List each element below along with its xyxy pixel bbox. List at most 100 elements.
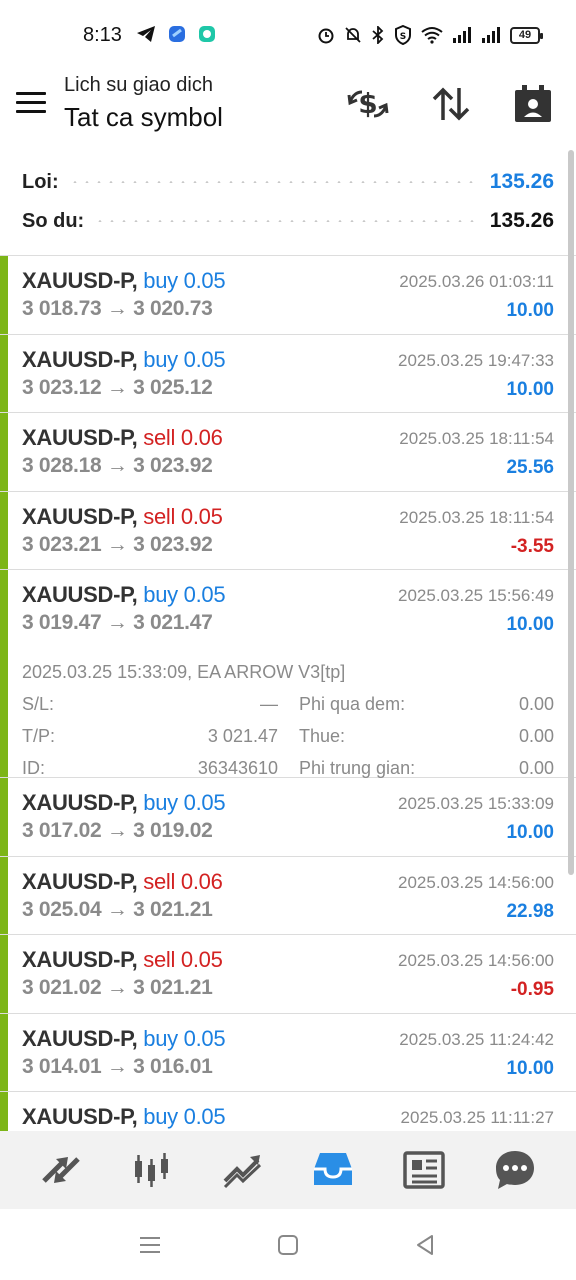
trade-row[interactable]: XAUUSD-P, sell 0.05 3 023.21 → 3 023.92 …	[0, 491, 576, 570]
dotted-leader	[68, 181, 480, 183]
trade-row[interactable]: XAUUSD-P, sell 0.06 3 025.04 → 3 021.21 …	[0, 856, 576, 935]
trade-side: sell 0.05	[143, 503, 223, 529]
scrollbar[interactable]	[568, 150, 574, 875]
profit-value: 135.26	[489, 170, 554, 193]
trade-row[interactable]: XAUUSD-P, sell 0.05 3 021.02 → 3 021.21 …	[0, 935, 576, 1014]
trade-time: 2025.03.25 18:11:54	[399, 507, 554, 527]
trade-detail-grid: S/L: — Phi qua dem: 0.00 T/P: 3 021.47 T…	[22, 694, 554, 790]
profit-bar	[0, 1092, 8, 1131]
trade-symbol: XAUUSD-P, sell 0.05	[22, 947, 223, 972]
trade-side: sell 0.06	[143, 425, 223, 450]
profit-row: Loi: 135.26	[22, 164, 554, 200]
trade-profit: 25.56	[506, 457, 554, 478]
profit-bar	[0, 935, 8, 1013]
calendar-button[interactable]	[511, 82, 555, 126]
alarm-icon	[317, 26, 335, 44]
trade-row[interactable]: XAUUSD-P, sell 0.06 3 028.18 → 3 023.92 …	[0, 413, 576, 492]
nav-news[interactable]	[394, 1140, 454, 1200]
status-bar: 8:13 S 49	[0, 0, 576, 72]
trade-side: buy 0.05	[143, 790, 226, 815]
messenger-icon	[198, 25, 216, 43]
trade-profit: -3.55	[510, 535, 554, 557]
quotes-icon	[42, 1157, 81, 1183]
trade-side: buy 0.05	[143, 268, 226, 293]
bluetooth-icon	[371, 26, 385, 44]
dotted-leader	[94, 220, 480, 222]
trade-profit: 10.00	[506, 1057, 554, 1079]
nav-quotes[interactable]	[31, 1140, 91, 1200]
trade-time: 2025.03.25 19:47:33	[398, 350, 554, 370]
status-right-icons: S 49	[317, 25, 543, 45]
sl-label: S/L:	[22, 694, 55, 714]
bottom-nav	[0, 1131, 576, 1209]
battery-indicator: 49	[510, 26, 543, 44]
trade-side: buy 0.05	[143, 582, 226, 607]
trade-row[interactable]: XAUUSD-P, buy 0.05 3 023.12 → 3 025.12 2…	[0, 334, 576, 413]
trade-prices: 3 019.47 → 3 021.47	[22, 611, 213, 634]
currency-swap-icon: $	[347, 87, 389, 120]
profit-bar	[0, 256, 8, 334]
page-title[interactable]: Tat ca symbol	[64, 102, 223, 133]
profit-bar	[0, 413, 8, 491]
trade-row[interactable]: XAUUSD-P, buy 0.05 3 018.73 → 3 020.73 2…	[0, 256, 576, 335]
nav-chat[interactable]	[485, 1140, 545, 1200]
trade-prices: 3 028.18 → 3 023.92	[22, 454, 213, 477]
trade-time: 2025.03.25 11:24:42	[399, 1029, 554, 1049]
home-button[interactable]	[268, 1229, 308, 1261]
tp-label: T/P:	[22, 726, 56, 746]
trade-profit: 10.00	[506, 614, 554, 635]
system-nav-bar	[0, 1209, 576, 1280]
trade-time: 2025.03.25 11:11:27	[400, 1108, 554, 1127]
sl-value: —	[260, 694, 278, 714]
home-icon	[278, 1235, 298, 1255]
menu-button[interactable]	[16, 90, 48, 118]
recent-apps-button[interactable]	[130, 1229, 170, 1261]
tp-value: 3 021.47	[207, 726, 278, 746]
commission-value: 0.00	[518, 758, 554, 778]
profit-bar	[0, 570, 8, 777]
trade-profit: 10.00	[506, 300, 554, 321]
news-icon	[403, 1151, 445, 1189]
trade-prices: 3 021.02 → 3 021.21	[22, 976, 213, 999]
id-value: 36343610	[197, 758, 278, 778]
header-subtitle: Lich su giao dich	[64, 74, 213, 96]
trade-row[interactable]: XAUUSD-P, buy 0.05 2025.03.25 11:11:27	[0, 1092, 576, 1131]
trade-side: buy 0.05	[143, 1025, 226, 1051]
history-icon	[314, 1153, 353, 1185]
id-label: ID:	[22, 758, 46, 778]
trade-row-expanded[interactable]: XAUUSD-P, buy 0.05 3 019.47 → 3 021.47 2…	[0, 570, 576, 778]
balance-label: So du:	[22, 209, 85, 232]
app-icon	[168, 25, 186, 43]
recents-icon	[140, 1237, 160, 1253]
status-left-icons	[136, 25, 216, 43]
back-icon	[417, 1235, 433, 1255]
trade-time: 2025.03.25 14:56:00	[398, 951, 554, 970]
tax-label: Thue:	[299, 726, 346, 746]
nav-trade[interactable]	[213, 1140, 273, 1200]
signal-icon	[452, 26, 472, 44]
wifi-icon	[421, 26, 443, 44]
trade-prices: 3 014.01 → 3 016.01	[22, 1054, 213, 1078]
profit-bar	[0, 1013, 8, 1091]
trade-row[interactable]: XAUUSD-P, buy 0.05 3 017.02 → 3 019.02 2…	[0, 778, 576, 857]
trade-prices: 3 023.21 → 3 023.92	[22, 532, 213, 556]
trade-history-list[interactable]: XAUUSD-P, buy 0.05 3 018.73 → 3 020.73 2…	[0, 256, 576, 1131]
trade-row[interactable]: XAUUSD-P, buy 0.05 3 014.01 → 3 016.01 2…	[0, 1013, 576, 1092]
sort-icon	[432, 87, 470, 121]
trade-symbol: XAUUSD-P, buy 0.05	[22, 1104, 226, 1129]
trade-profit: -0.95	[510, 979, 554, 1000]
nav-history[interactable]	[303, 1140, 363, 1200]
swap-value: 0.00	[518, 694, 554, 714]
trade-symbol: XAUUSD-P, buy 0.05	[22, 1025, 226, 1051]
currency-swap-button[interactable]: $	[346, 82, 390, 126]
back-button[interactable]	[405, 1229, 445, 1261]
profit-label: Loi:	[22, 170, 59, 193]
profit-bar	[0, 778, 8, 856]
nav-chart[interactable]	[122, 1140, 182, 1200]
trade-time: 2025.03.25 15:56:49	[398, 586, 554, 605]
app-header: Lich su giao dich Tat ca symbol $	[0, 72, 576, 150]
trade-profit: 10.00	[506, 822, 554, 843]
sort-button[interactable]	[429, 82, 473, 126]
trade-side: sell 0.05	[143, 947, 223, 972]
trade-prices: 3 023.12 → 3 025.12	[22, 375, 213, 399]
